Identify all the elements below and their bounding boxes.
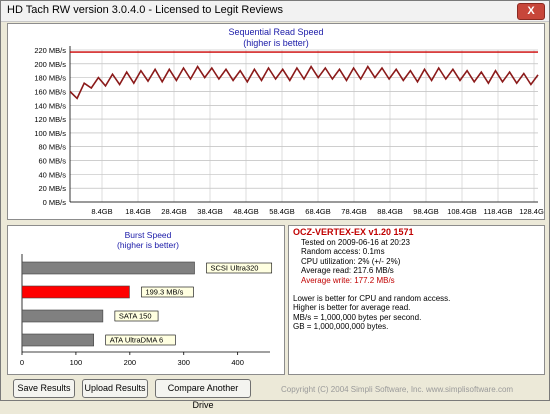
read-x-tick: 88.4GB [377,207,402,216]
read-y-tick: 160 MB/s [34,87,66,96]
read-x-tick: 8.4GB [91,207,112,216]
compare-drive-button[interactable]: Compare Another Drive [155,379,251,410]
note-mbs-def: MB/s = 1,000,000 bytes per second. [293,312,422,322]
drive-name: OCZ-VERTEX-EX v1.20 1571 [293,227,414,237]
read-y-tick: 0 MB/s [43,198,67,207]
burst-bar [21,261,195,275]
average-read: Average read: 217.6 MB/s [301,266,394,276]
burst-chart-panel: Burst Speed (higher is better) 0 100 200 30… [7,225,285,375]
note-higher-better: Higher is better for average read. [293,303,411,313]
copyright-text: Copyright (C) 2004 Simpli Software, Inc.… [281,385,514,394]
close-button[interactable]: X [517,3,545,20]
read-x-tick: 48.4GB [233,207,258,216]
burst-chart: Burst Speed (higher is better) 0 100 200 30… [20,230,273,367]
read-x-tick: 68.4GB [305,207,330,216]
burst-x-tick: 0 [20,358,24,367]
read-x-tick: 38.4GB [197,207,222,216]
window-title: HD Tach RW version 3.0.4.0 - Licensed to… [7,4,283,16]
read-chart: Sequential Read Speed (higher is better)… [34,27,548,216]
read-x-tick: 118.4GB [483,207,512,216]
read-y-tick: 140 MB/s [34,101,66,110]
upload-results-button[interactable]: Upload Results [82,379,148,398]
read-x-tick: 128.4GB [519,207,544,216]
note-lower-better: Lower is better for CPU and random acces… [293,293,451,303]
burst-x-tick: 400 [231,358,244,367]
read-x-tick: 108.4GB [447,207,477,216]
note-gb-def: GB = 1,000,000,000 bytes. [293,322,389,332]
read-chart-subtitle: (higher is better) [243,38,309,48]
read-x-tick: 78.4GB [341,207,366,216]
burst-bar [21,309,104,323]
app-window: HD Tach RW version 3.0.4.0 - Licensed to… [0,0,550,410]
burst-bar-label: SCSI Ultra320 [211,264,259,273]
read-y-tick: 220 MB/s [34,46,66,55]
read-y-tick: 120 MB/s [34,115,66,124]
read-y-tick: 60 MB/s [38,157,66,166]
read-chart-title: Sequential Read Speed [228,27,323,37]
read-series-line [69,65,539,100]
tested-on: Tested on 2009-06-16 at 20:23 [301,237,410,247]
read-x-tick: 98.4GB [413,207,438,216]
read-x-tick: 28.4GB [161,207,186,216]
burst-bar [21,333,95,347]
read-y-tick: 180 MB/s [34,74,66,83]
read-x-tick: 18.4GB [125,207,150,216]
save-results-button[interactable]: Save Results [13,379,75,398]
cpu-utilization: CPU utilization: 2% (+/- 2%) [301,256,401,266]
read-y-tick: 200 MB/s [34,60,66,69]
burst-x-tick: 200 [124,358,137,367]
random-access: Random access: 0.1ms [301,247,385,257]
average-write: Average write: 177.2 MB/s [301,275,395,285]
results-info-panel: OCZ-VERTEX-EX v1.20 1571 Tested on 2009-… [288,225,545,375]
burst-chart-title: Burst Speed [125,230,172,240]
burst-bar-label: 199.3 MB/s [145,288,183,297]
read-chart-panel: Sequential Read Speed (higher is better)… [7,23,549,220]
burst-bar-label: ATA UltraDMA 6 [110,336,164,345]
read-y-tick: 80 MB/s [38,143,66,152]
burst-x-tick: 100 [70,358,83,367]
read-x-tick: 58.4GB [269,207,294,216]
burst-bar-label: SATA 150 [119,312,152,321]
read-y-tick: 20 MB/s [38,184,66,193]
read-y-tick: 100 MB/s [34,129,66,138]
burst-chart-subtitle: (higher is better) [117,240,179,250]
burst-bar [21,285,130,299]
read-y-tick: 40 MB/s [38,170,66,179]
burst-x-tick: 300 [177,358,190,367]
title-bar[interactable]: HD Tach RW version 3.0.4.0 - Licensed to… [1,1,549,22]
